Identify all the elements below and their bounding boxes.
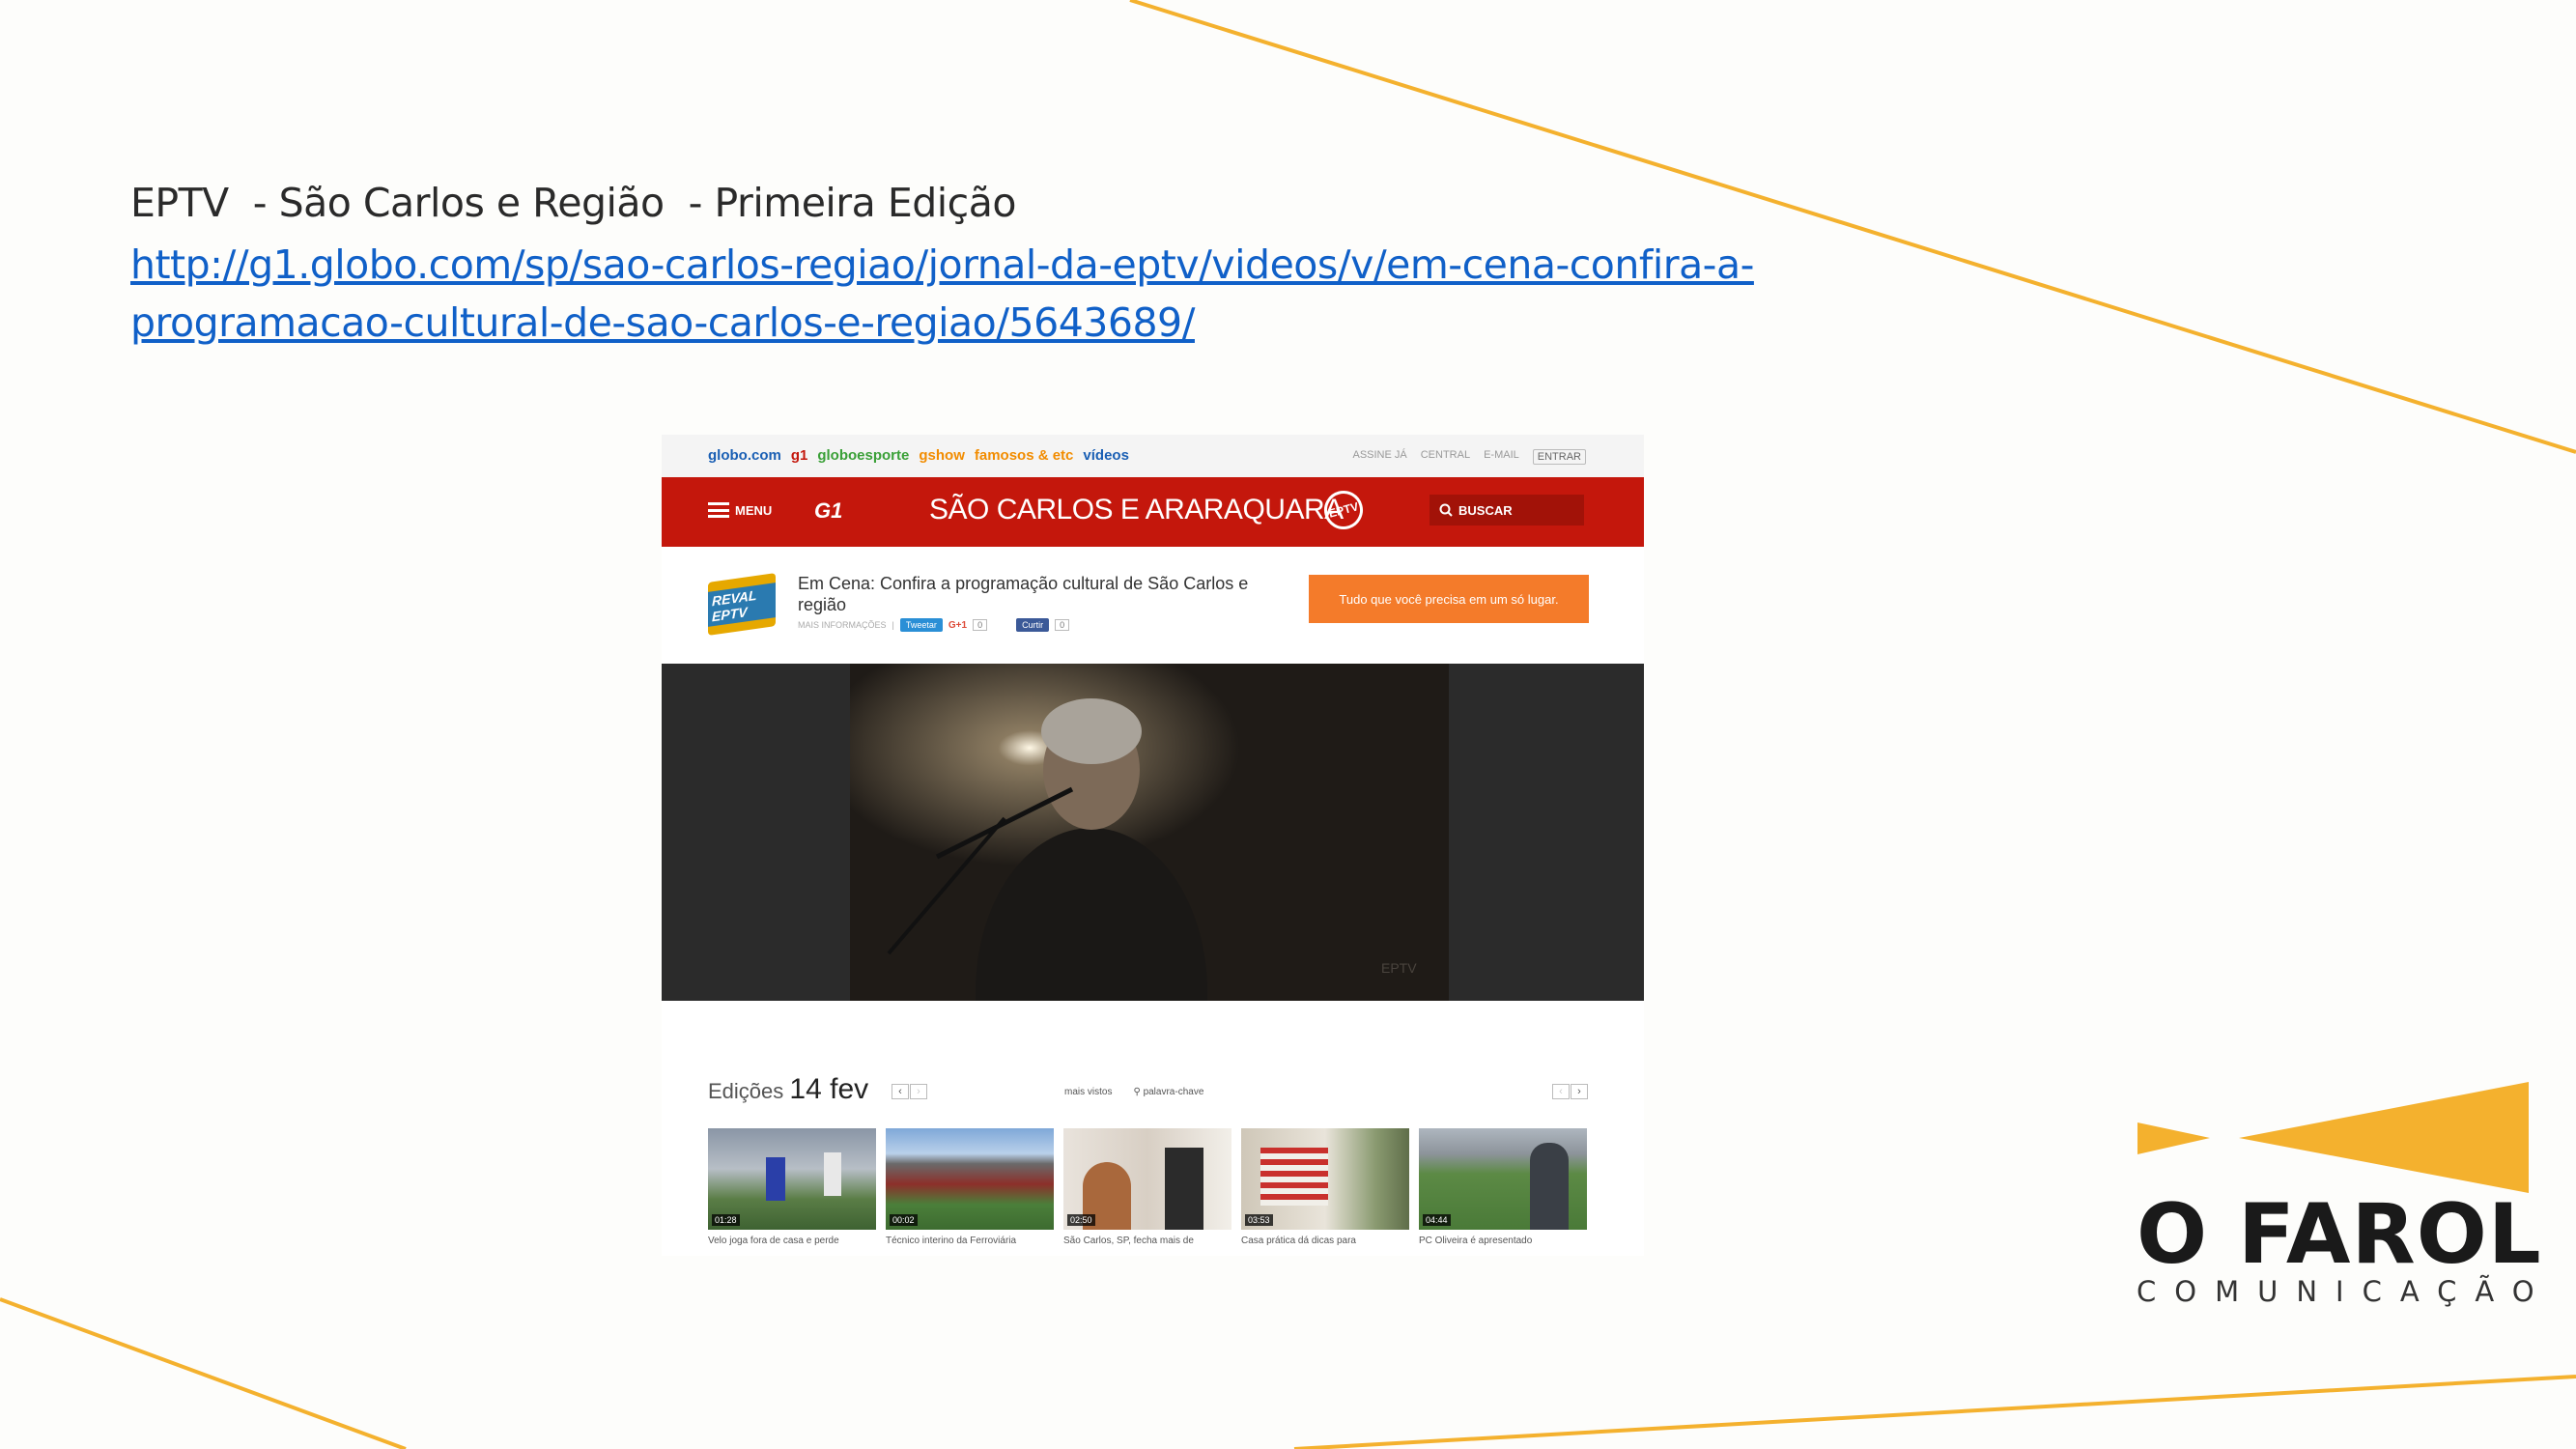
video-thumb-caption: Velo joga fora de casa e perde — [708, 1236, 839, 1246]
video-thumb[interactable]: 01:28 Velo joga fora de casa e perde — [708, 1128, 876, 1246]
g1-header: MENU G1 SÃO CARLOS E ARARAQUARA EPTV BUS… — [662, 477, 1644, 547]
video-thumb-caption: PC Oliveira é apresentado — [1419, 1236, 1533, 1246]
video-thumb[interactable]: 02:50 São Carlos, SP, fecha mais de — [1063, 1128, 1231, 1246]
carousel-prev-button[interactable]: ‹ — [1552, 1084, 1570, 1099]
editions-date: 14 fev — [789, 1073, 869, 1105]
slide-title: EPTV - São Carlos e Região - Primeira Ed… — [130, 180, 1016, 226]
portal-link-famosos[interactable]: famosos & etc — [975, 447, 1074, 464]
video-thumb-caption: Técnico interino da Ferroviária — [886, 1236, 1017, 1246]
hamburger-icon — [708, 502, 729, 518]
filter-keyword[interactable]: ⚲ palavra-chave — [1133, 1087, 1203, 1097]
like-button[interactable]: Curtir — [1016, 618, 1050, 632]
central-link[interactable]: CENTRAL — [1421, 449, 1470, 465]
video-title: Em Cena: Confira a programação cultural … — [798, 574, 1249, 614]
next-date-button[interactable]: › — [910, 1084, 927, 1099]
like-count: 0 — [1055, 619, 1070, 631]
prev-date-button[interactable]: ‹ — [892, 1084, 909, 1099]
search-button[interactable]: BUSCAR — [1430, 495, 1584, 526]
search-label: BUSCAR — [1458, 502, 1513, 518]
subscribe-link[interactable]: ASSINE JÁ — [1352, 449, 1406, 465]
video-thumb-caption: São Carlos, SP, fecha mais de — [1063, 1236, 1194, 1246]
g1-logo[interactable]: G1 — [814, 498, 842, 524]
edition-filters: mais vistos ⚲ palavra-chave — [1064, 1087, 1203, 1097]
tweet-button[interactable]: Tweetar — [899, 618, 943, 632]
top-accent-line — [1129, 0, 2576, 454]
stadium-man-photo: 04:44 — [1419, 1128, 1587, 1230]
video-carousel: 01:28 Velo joga fora de casa e perde 00:… — [708, 1128, 1587, 1246]
portal-link-gshow[interactable]: gshow — [919, 447, 965, 464]
filter-most-viewed[interactable]: mais vistos — [1064, 1087, 1112, 1097]
portal-link-videos[interactable]: vídeos — [1083, 447, 1129, 464]
menu-button[interactable]: MENU — [708, 502, 772, 518]
company-wordmark: O FAROL — [2137, 1186, 2542, 1283]
region-title: SÃO CARLOS E ARARAQUARA — [929, 494, 1344, 526]
more-info-link[interactable]: MAIS INFORMAÇÕES — [798, 620, 887, 630]
stadium-photo: 00:02 — [886, 1128, 1054, 1230]
social-share-bar: MAIS INFORMAÇÕES | Tweetar G+1 0 Curtir … — [798, 618, 1070, 632]
house-photo: 03:53 — [1241, 1128, 1409, 1230]
gplus-count: 0 — [973, 619, 988, 631]
video-thumb[interactable]: 04:44 PC Oliveira é apresentado — [1419, 1128, 1587, 1246]
video-player[interactable]: EPTV — [662, 664, 1644, 1001]
search-icon — [1439, 503, 1453, 517]
video-thumb[interactable]: 00:02 Técnico interino da Ferroviária — [886, 1128, 1054, 1246]
bottom-right-accent-line — [1293, 1375, 2576, 1449]
promo-banner[interactable]: Tudo que você precisa em um só lugar. — [1309, 575, 1589, 623]
editions-label: Edições — [708, 1079, 784, 1103]
gplus-button[interactable]: G+1 — [948, 620, 967, 631]
video-thumb-caption: Casa prática dá dicas para — [1241, 1236, 1356, 1246]
video-thumb[interactable]: 03:53 Casa prática dá dicas para — [1241, 1128, 1409, 1246]
email-link[interactable]: E-MAIL — [1484, 449, 1519, 465]
carousel-next-button[interactable]: › — [1571, 1084, 1588, 1099]
portal-link-globo[interactable]: globo.com — [708, 447, 781, 464]
portal-link-globoesporte[interactable]: globoesporte — [817, 447, 909, 464]
menu-label: MENU — [735, 502, 773, 518]
editions-header: Edições 14 fev — [708, 1073, 868, 1106]
video-link[interactable]: http://g1.globo.com/sp/sao-carlos-regiao… — [130, 236, 1830, 352]
bottom-left-accent-line — [0, 1297, 407, 1449]
globo-top-bar: globo.com g1 globoesporte gshow famosos … — [662, 435, 1644, 478]
video-link-line-2[interactable]: programacao-cultural-de-sao-carlos-e-reg… — [130, 294, 1830, 352]
office-photo: 02:50 — [1063, 1128, 1231, 1230]
player-watermark: EPTV — [1381, 960, 1417, 976]
portal-link-g1[interactable]: g1 — [791, 447, 808, 464]
enter-button[interactable]: ENTRAR — [1532, 449, 1586, 465]
video-link-line-1[interactable]: http://g1.globo.com/sp/sao-carlos-regiao… — [130, 236, 1830, 294]
program-logo-icon: REVAL EPTV — [708, 573, 776, 636]
company-subtitle: COMUNICAÇÃO — [2137, 1275, 2553, 1308]
lighthouse-beam-small-icon — [2137, 1122, 2210, 1154]
portal-links: globo.com g1 globoesporte gshow famosos … — [708, 447, 1129, 464]
account-links: ASSINE JÁ CENTRAL E-MAIL ENTRAR — [1352, 449, 1586, 465]
soccer-goal-photo: 01:28 — [708, 1128, 876, 1230]
webpage-screenshot: globo.com g1 globoesporte gshow famosos … — [662, 435, 1644, 1256]
lighthouse-beam-large-icon — [2239, 1082, 2529, 1193]
video-frame-singer: EPTV — [850, 664, 1449, 1001]
divider: | — [892, 620, 894, 630]
